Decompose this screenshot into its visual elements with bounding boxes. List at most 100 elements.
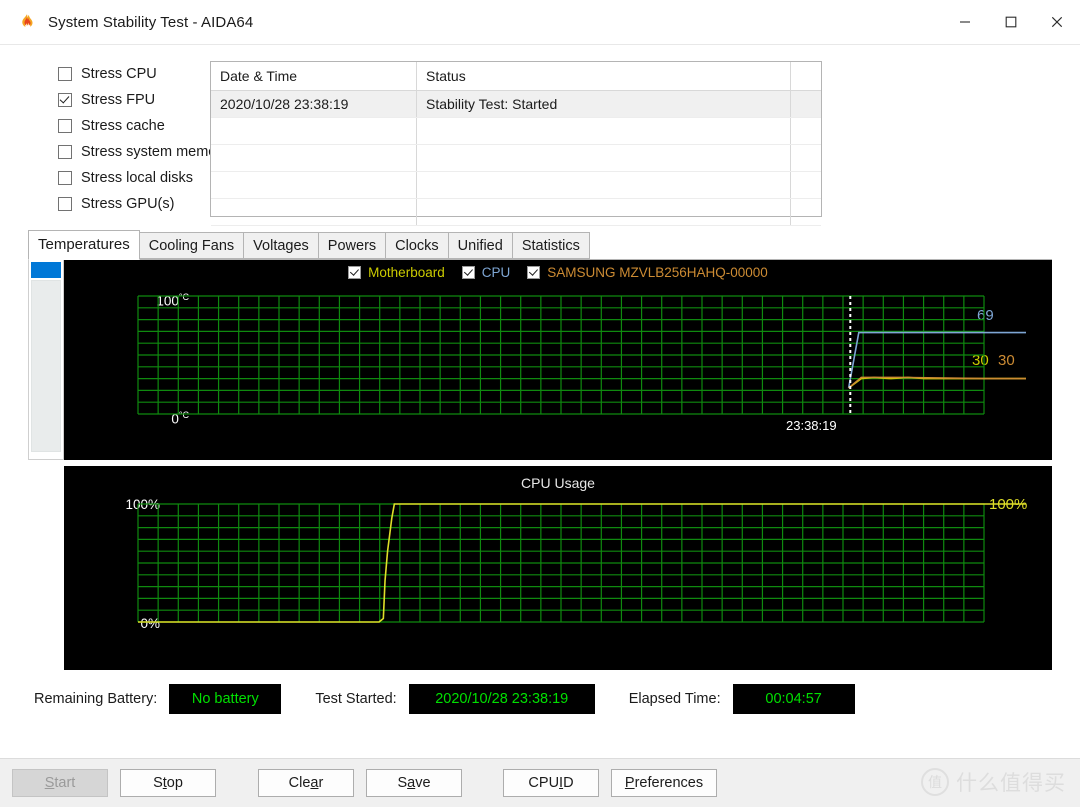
preferences-button[interactable]: Preferences xyxy=(611,769,717,797)
tab-clocks[interactable]: Clocks xyxy=(385,232,449,259)
clear-button[interactable]: Cle a r xyxy=(258,769,354,797)
cell-extra xyxy=(791,118,821,144)
stress-option-row[interactable]: Stress local disks xyxy=(58,165,210,191)
column-header-extra[interactable] xyxy=(791,62,821,90)
tab-powers[interactable]: Powers xyxy=(317,232,387,259)
watermark-text: 什么值得买 xyxy=(956,771,1066,795)
legend-label: SAMSUNG MZVLB256HAHQ-00000 xyxy=(547,265,768,280)
cell-datetime: 2020/10/28 23:38:19 xyxy=(211,91,417,117)
cell-extra xyxy=(791,172,821,198)
watermark-logo: 值 xyxy=(921,768,949,796)
cpu-usage-plot xyxy=(137,503,1026,623)
legend-item[interactable]: CPU xyxy=(461,265,511,280)
cell-status xyxy=(417,118,791,144)
close-icon xyxy=(1051,16,1063,28)
legend-checkbox[interactable] xyxy=(348,266,362,279)
charts-container: Motherboard CPU SAMSUNG MZVLB256HAHQ-00000… xyxy=(64,260,1052,670)
stress-option-row[interactable]: Stress GPU(s) xyxy=(58,191,210,217)
temp-chart-xtick: 23:38:19 xyxy=(786,418,837,433)
watermark: 值 什么值得买 xyxy=(921,767,1066,797)
cpu-usage-chart[interactable]: CPU Usage 100% 0% 100% xyxy=(64,466,1052,670)
sensor-list-selected-item[interactable] xyxy=(31,262,61,278)
temperature-chart[interactable]: Motherboard CPU SAMSUNG MZVLB256HAHQ-00000… xyxy=(64,260,1052,460)
battery-value: No battery xyxy=(169,684,282,714)
chart-gridlines xyxy=(137,295,985,415)
cell-datetime xyxy=(211,118,417,144)
table-row[interactable] xyxy=(211,172,821,199)
test-started-value: 2020/10/28 23:38:19 xyxy=(408,684,595,714)
top-section: Stress CPU Stress FPU Stress cache Stress s… xyxy=(0,45,1080,226)
legend-checkbox[interactable] xyxy=(461,266,475,279)
cell-extra xyxy=(791,199,821,225)
stress-option-row[interactable]: Stress FPU xyxy=(58,87,210,113)
stress-option-row[interactable]: Stress cache xyxy=(58,113,210,139)
stop-button[interactable]: St op xyxy=(120,769,216,797)
checkbox-stress-gpu-s[interactable] xyxy=(58,197,72,211)
checkbox-stress-cpu[interactable] xyxy=(58,67,72,81)
stress-option-label: Stress system memory xyxy=(81,144,229,160)
stress-option-row[interactable]: Stress system memory xyxy=(58,139,228,165)
legend-label: Motherboard xyxy=(368,265,445,280)
minimize-button[interactable] xyxy=(942,0,988,44)
cpu-chart-title: CPU Usage xyxy=(521,475,595,491)
cell-extra xyxy=(791,145,821,171)
close-button[interactable] xyxy=(1034,0,1080,44)
button-bar: 值 什么值得买 Start St op Cle a r Sa ve CPU I D Preferenc… xyxy=(0,758,1080,807)
temperature-chart-legend: Motherboard CPU SAMSUNG MZVLB256HAHQ-00000 xyxy=(64,265,1052,280)
checkbox-stress-cache[interactable] xyxy=(58,119,72,133)
tab-strip: Temperatures Cooling Fans Voltages Powers Cl… xyxy=(28,230,1052,260)
start-button: Start xyxy=(12,769,108,797)
elapsed-time-label: Elapsed Time: xyxy=(628,691,721,707)
status-log-grid[interactable]: Date & Time Status 2020/10/28 23:38:19 St… xyxy=(210,61,822,226)
status-grid-header: Date & Time Status xyxy=(211,62,821,91)
cell-datetime xyxy=(211,172,417,198)
save-button[interactable]: Sa ve xyxy=(366,769,462,797)
tab-temperatures[interactable]: Temperatures xyxy=(28,230,140,260)
table-row[interactable] xyxy=(211,118,821,145)
cpuid-button[interactable]: CPU I D xyxy=(503,769,599,797)
flame-icon-svg xyxy=(22,14,33,27)
legend-label: CPU xyxy=(481,265,511,280)
client-area: Stress CPU Stress FPU Stress cache Stress s… xyxy=(0,45,1080,807)
tab-statistics[interactable]: Statistics xyxy=(511,232,590,259)
column-header-status[interactable]: Status xyxy=(417,62,791,90)
tab-voltages[interactable]: Voltages xyxy=(243,232,319,259)
status-grid-rows: 2020/10/28 23:38:19 Stability Test: Start… xyxy=(211,91,821,226)
table-row[interactable]: 2020/10/28 23:38:19 Stability Test: Start… xyxy=(211,91,821,118)
checkbox-stress-local-disks[interactable] xyxy=(58,171,72,185)
cell-status xyxy=(417,199,791,225)
cell-status: Stability Test: Started xyxy=(417,91,791,117)
column-header-datetime[interactable]: Date & Time xyxy=(211,62,417,90)
title-bar: System Stability Test - AIDA64 xyxy=(0,0,1080,45)
flame-icon xyxy=(18,13,36,31)
sensor-side-list[interactable] xyxy=(28,260,64,460)
window-title: System Stability Test - AIDA64 xyxy=(48,13,254,31)
checkbox-stress-system-memory[interactable] xyxy=(58,145,72,159)
tab-cooling-fans[interactable]: Cooling Fans xyxy=(138,232,245,259)
cell-extra xyxy=(791,91,821,117)
stress-option-label: Stress GPU(s) xyxy=(81,196,175,212)
stress-option-label: Stress CPU xyxy=(81,66,157,82)
tab-unified[interactable]: Unified xyxy=(447,232,513,259)
maximize-icon xyxy=(1005,16,1017,28)
table-row[interactable] xyxy=(211,199,821,226)
cell-datetime xyxy=(211,199,417,225)
tab-body: Motherboard CPU SAMSUNG MZVLB256HAHQ-00000… xyxy=(28,260,1052,670)
minimize-icon xyxy=(960,21,970,23)
legend-item[interactable]: SAMSUNG MZVLB256HAHQ-00000 xyxy=(527,265,768,280)
checkbox-stress-fpu[interactable] xyxy=(58,93,72,107)
legend-checkbox[interactable] xyxy=(527,266,541,279)
table-row[interactable] xyxy=(211,145,821,172)
cell-status xyxy=(417,145,791,171)
elapsed-time-value: 00:04:57 xyxy=(732,684,855,714)
stress-option-row[interactable]: Stress CPU xyxy=(58,61,210,87)
maximize-button[interactable] xyxy=(988,0,1034,44)
window-controls xyxy=(942,0,1080,44)
legend-item[interactable]: Motherboard xyxy=(348,265,445,280)
stress-options-list: Stress CPU Stress FPU Stress cache Stress s… xyxy=(0,61,228,217)
sensor-list-track[interactable] xyxy=(31,280,61,452)
chart-gridlines xyxy=(137,503,985,623)
battery-label: Remaining Battery: xyxy=(34,691,158,707)
cell-status xyxy=(417,172,791,198)
stress-option-label: Stress cache xyxy=(81,118,165,134)
